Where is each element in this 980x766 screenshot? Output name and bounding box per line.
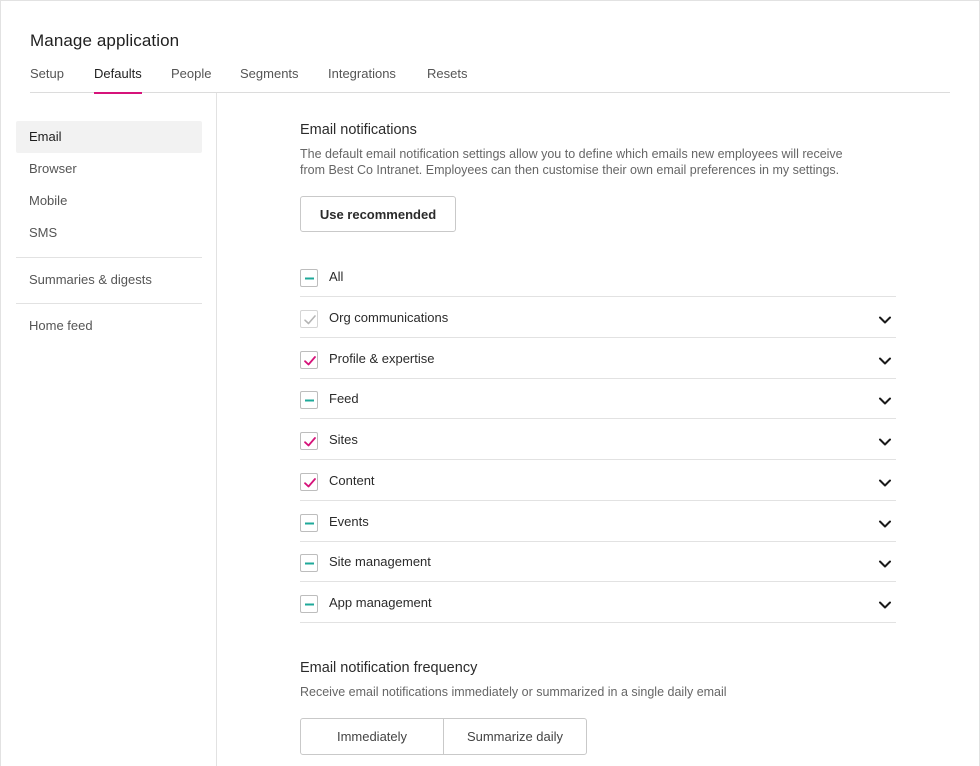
- sidebar-item-email[interactable]: Email: [16, 121, 202, 153]
- checkmark-icon: [304, 478, 316, 488]
- tab-resets[interactable]: Resets: [427, 66, 467, 93]
- sidebar-item-sms[interactable]: SMS: [16, 217, 202, 249]
- sidebar-item-browser[interactable]: Browser: [16, 153, 202, 185]
- description-line: from Best Co Intranet. Employees can the…: [300, 163, 840, 177]
- minus-icon: [305, 399, 314, 402]
- chevron-down-icon[interactable]: [878, 516, 892, 528]
- frequency-title: Email notification frequency: [300, 660, 478, 676]
- sidebar: Email Browser Mobile SMS Summaries & dig…: [0, 93, 217, 766]
- checkbox-label: All: [329, 269, 344, 284]
- chevron-down-icon[interactable]: [878, 475, 892, 487]
- minus-icon: [305, 562, 314, 565]
- chevron-down-icon[interactable]: [878, 434, 892, 446]
- chevron-down-icon[interactable]: [878, 312, 892, 324]
- minus-icon: [305, 277, 314, 280]
- minus-icon: [305, 522, 314, 525]
- checkbox[interactable]: [300, 473, 318, 491]
- tab-segments[interactable]: Segments: [240, 66, 299, 93]
- category-row[interactable]: Org communications: [300, 298, 896, 338]
- page-title: Manage application: [30, 31, 180, 50]
- frequency-description: Receive email notifications immediately …: [300, 685, 727, 699]
- category-label: Feed: [329, 391, 359, 406]
- checkbox-row-all[interactable]: All: [300, 257, 896, 297]
- category-row[interactable]: App management: [300, 583, 896, 623]
- tab-bar: Setup Defaults People Segments Integrati…: [30, 66, 950, 94]
- checkbox[interactable]: [300, 432, 318, 450]
- checkmark-icon: [304, 356, 316, 366]
- tab-integrations[interactable]: Integrations: [328, 66, 396, 93]
- sidebar-item-mobile[interactable]: Mobile: [16, 185, 202, 217]
- checkbox[interactable]: [300, 351, 318, 369]
- tab-people[interactable]: People: [171, 66, 211, 93]
- chevron-down-icon[interactable]: [878, 597, 892, 609]
- chevron-down-icon[interactable]: [878, 556, 892, 568]
- category-label: Events: [329, 514, 369, 529]
- minus-icon: [305, 603, 314, 606]
- category-label: Sites: [329, 432, 358, 447]
- category-label: Content: [329, 473, 375, 488]
- chevron-down-icon[interactable]: [878, 353, 892, 365]
- description-line: The default email notification settings …: [300, 147, 843, 161]
- sidebar-divider: [16, 303, 202, 304]
- category-label: App management: [329, 595, 432, 610]
- category-row[interactable]: Feed: [300, 379, 896, 419]
- use-recommended-button[interactable]: Use recommended: [300, 196, 456, 232]
- category-row[interactable]: Site management: [300, 542, 896, 582]
- category-label: Site management: [329, 554, 431, 569]
- checkmark-icon: [304, 315, 316, 325]
- tab-setup[interactable]: Setup: [30, 66, 64, 93]
- category-row[interactable]: Content: [300, 461, 896, 501]
- indeterminate-checkbox[interactable]: [300, 269, 318, 287]
- email-notifications-title: Email notifications: [300, 122, 417, 138]
- chevron-down-icon[interactable]: [878, 393, 892, 405]
- frequency-immediately-button[interactable]: Immediately: [300, 718, 444, 755]
- indeterminate-checkbox[interactable]: [300, 391, 318, 409]
- category-row[interactable]: Profile & expertise: [300, 339, 896, 379]
- email-notifications-description: The default email notification settings …: [300, 146, 900, 178]
- tab-defaults[interactable]: Defaults: [94, 66, 142, 94]
- checkmark-icon: [304, 437, 316, 447]
- indeterminate-checkbox[interactable]: [300, 595, 318, 613]
- sidebar-item-summaries-digests[interactable]: Summaries & digests: [16, 264, 202, 296]
- checkbox: [300, 310, 318, 328]
- category-row[interactable]: Sites: [300, 420, 896, 460]
- indeterminate-checkbox[interactable]: [300, 514, 318, 532]
- frequency-summarize-daily-button[interactable]: Summarize daily: [443, 718, 587, 755]
- sidebar-divider: [16, 257, 202, 258]
- category-row[interactable]: Events: [300, 502, 896, 542]
- indeterminate-checkbox[interactable]: [300, 554, 318, 572]
- category-label: Org communications: [329, 310, 449, 325]
- sidebar-item-home-feed[interactable]: Home feed: [16, 310, 202, 342]
- category-label: Profile & expertise: [329, 351, 435, 366]
